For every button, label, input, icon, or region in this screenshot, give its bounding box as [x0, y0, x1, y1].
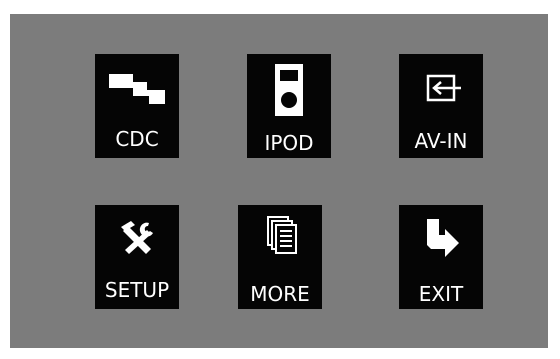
cdc-label: CDC [115, 127, 159, 151]
more-button[interactable]: MORE [238, 205, 322, 309]
setup-button[interactable]: SETUP [95, 205, 179, 309]
tools-icon [121, 221, 153, 254]
setup-label: SETUP [104, 278, 170, 302]
cdc-button[interactable]: CDC [95, 54, 179, 158]
ipod-button[interactable]: IPOD [247, 54, 331, 158]
exit-button[interactable]: EXIT [399, 205, 483, 309]
exit-label: EXIT [418, 282, 464, 306]
menu-screen: CDC IPOD AV-IN SETUP MORE EXIT [10, 14, 548, 348]
exit-arrow-icon [427, 219, 459, 257]
more-label: MORE [250, 282, 310, 306]
pages-icon [267, 216, 297, 254]
av-in-button[interactable]: AV-IN [399, 54, 483, 158]
av-in-label: AV-IN [414, 129, 468, 153]
ipod-icon [275, 64, 303, 116]
av-input-icon [426, 74, 461, 102]
ipod-label: IPOD [264, 131, 314, 155]
cd-changer-stairs-icon [109, 74, 165, 104]
